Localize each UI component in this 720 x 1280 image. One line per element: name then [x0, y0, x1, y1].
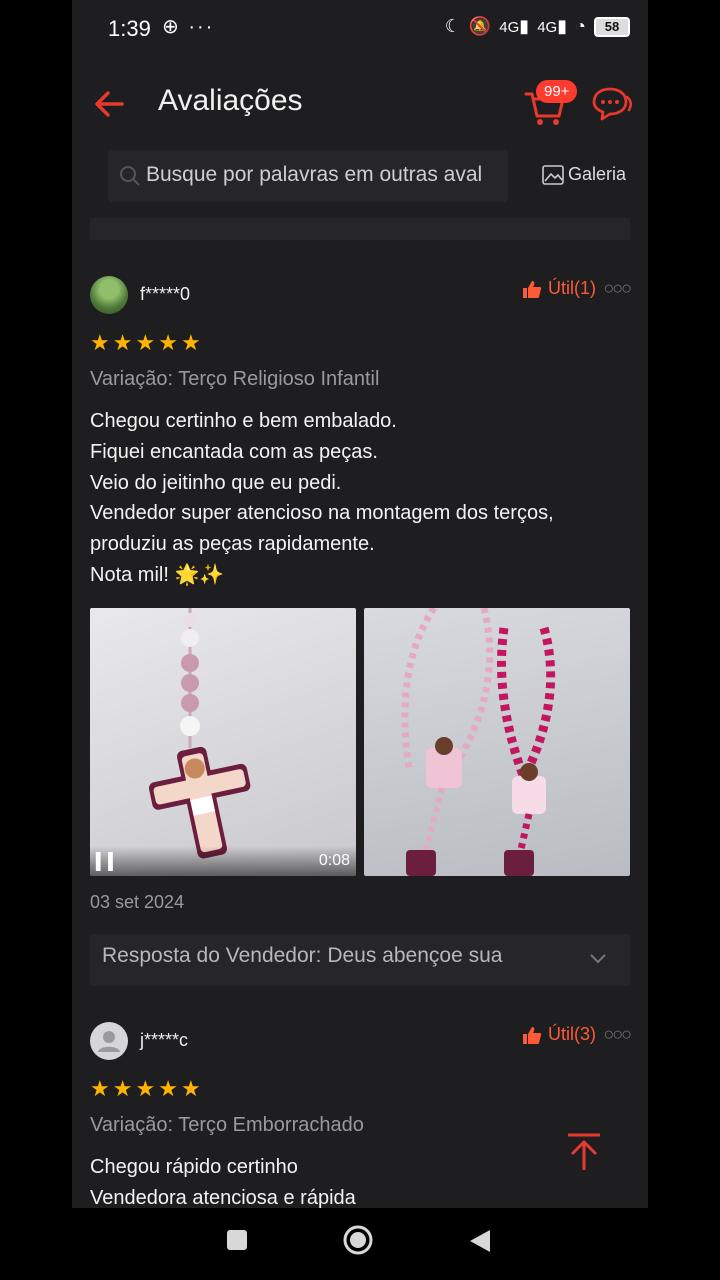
review-media: ▍▍ 0:08 [90, 608, 630, 876]
more-options-icon[interactable]: ○○○ [603, 278, 632, 299]
thumbs-up-icon [523, 280, 542, 298]
review-item: j*****c Útil(3) ○○○ ★ ★ ★ ★ ★ Variação: … [90, 1022, 632, 1208]
search-icon [120, 166, 140, 186]
star-rating: ★ ★ ★ ★ ★ [90, 330, 201, 356]
helpful-label: Útil(1) [548, 278, 596, 298]
star-icon: ★ [180, 330, 201, 355]
star-icon: ★ [158, 330, 178, 355]
mute-icon: 🔕 [468, 16, 492, 36]
reviewer-name: f*****0 [140, 284, 191, 304]
recents-icon[interactable] [225, 1228, 249, 1252]
previous-review-edge [90, 218, 630, 240]
rosaries-image [401, 608, 556, 876]
more-options-icon[interactable]: ○○○ [603, 1024, 632, 1045]
avatar[interactable] [90, 1022, 128, 1060]
system-nav-bar [0, 1208, 720, 1280]
review-date: 03 set 2024 [90, 892, 185, 912]
star-icon: ★ [135, 1076, 156, 1101]
variation-label: Variação: Terço Emborrachado [90, 1114, 364, 1136]
variation-label: Variação: Terço Religioso Infantil [90, 368, 380, 390]
review-item: f*****0 Útil(1) ○○○ ★ ★ ★ ★ ★ Variação: … [90, 276, 632, 606]
gallery-button[interactable]: Galeria [542, 164, 626, 185]
back-arrow-icon[interactable] [90, 84, 130, 124]
signal-icon-1: 4G▮ [499, 16, 530, 36]
notification-icons: ⊕ ··· [162, 16, 215, 38]
signal-icon-2: 4G▮ [537, 16, 568, 36]
review-text: Chegou certinho e bem embalado. Fiquei e… [90, 410, 554, 586]
avatar[interactable] [90, 276, 128, 314]
seller-reply-text: Resposta do Vendedor: Deus abençoe sua [102, 944, 503, 967]
app-header: Avaliações 99+ [72, 72, 648, 136]
status-bar: 1:39 ⊕ ··· ☾ 🔕 4G▮ 4G▮ ◔ 58 [72, 0, 648, 60]
gallery-label: Galeria [568, 164, 627, 184]
scroll-to-top-icon[interactable] [562, 1130, 606, 1174]
default-avatar-icon [98, 1031, 120, 1052]
video-duration: 0:08 [318, 852, 350, 869]
review-video[interactable]: ▍▍ 0:08 [90, 608, 356, 876]
app-screen: 1:39 ⊕ ··· ☾ 🔕 4G▮ 4G▮ ◔ 58 Avaliações 9… [72, 0, 648, 1208]
seller-reply[interactable]: Resposta do Vendedor: Deus abençoe sua [90, 934, 630, 986]
helpful-button[interactable]: Útil(3) [522, 1024, 596, 1045]
search-input[interactable]: Busque por palavras em outras aval [108, 150, 508, 202]
battery-icon: 58 [594, 16, 630, 37]
wifi-icon: ◔ [575, 16, 586, 36]
star-icon: ★ [90, 1076, 110, 1101]
search-placeholder: Busque por palavras em outras aval [146, 163, 483, 186]
page-title: Avaliações [158, 84, 303, 117]
chevron-down-icon[interactable] [588, 948, 608, 968]
cart-badge: 99+ [536, 80, 578, 103]
back-nav-icon[interactable] [468, 1228, 492, 1254]
helpful-button[interactable]: Útil(1) [522, 278, 596, 299]
video-overlay: ▍▍ 0:08 [90, 846, 356, 876]
reviewer-name: j*****c [140, 1030, 189, 1050]
pause-icon[interactable]: ▍▍ [96, 852, 121, 872]
status-right-icons: ☾ 🔕 4G▮ 4G▮ ◔ 58 [445, 16, 630, 37]
image-icon [542, 164, 564, 185]
home-icon[interactable] [342, 1224, 374, 1256]
review-text: Chegou rápido certinho Vendedora atencio… [90, 1156, 356, 1208]
star-icon: ★ [112, 330, 133, 355]
review-photo[interactable] [364, 608, 630, 876]
star-icon: ★ [180, 1076, 201, 1101]
star-icon: ★ [135, 330, 156, 355]
helpful-label: Útil(3) [548, 1024, 596, 1044]
status-time: 1:39 [108, 16, 151, 41]
star-icon: ★ [90, 330, 110, 355]
star-icon: ★ [112, 1076, 133, 1101]
chat-icon[interactable] [590, 84, 634, 124]
star-icon: ★ [158, 1076, 178, 1101]
rosary-crucifix-image [148, 608, 251, 859]
moon-icon: ☾ [444, 16, 461, 36]
thumbs-up-icon [523, 1026, 542, 1044]
star-rating: ★ ★ ★ ★ ★ [90, 1076, 201, 1102]
